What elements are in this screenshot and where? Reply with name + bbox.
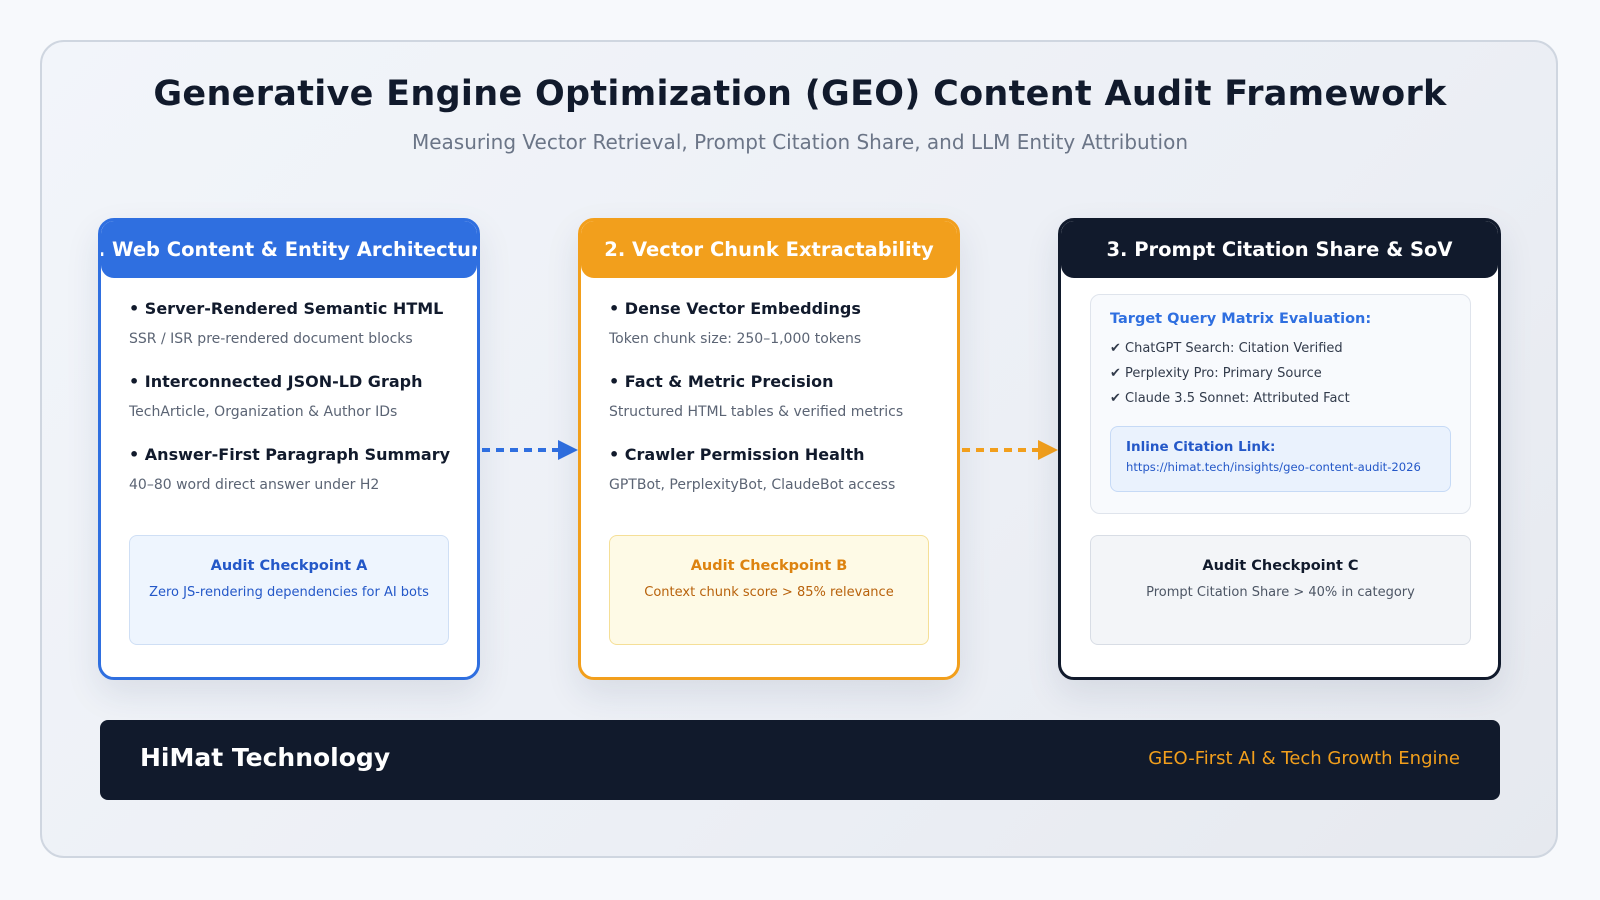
stage-item: • Dense Vector Embeddings Token chunk si… — [609, 299, 937, 349]
flow-arrow-right-icon — [482, 440, 578, 460]
stage-item: • Server-Rendered Semantic HTML SSR / IS… — [129, 299, 457, 349]
query-matrix-item: ✔ ChatGPT Search: Citation Verified — [1110, 341, 1343, 356]
stage-item-list: • Dense Vector Embeddings Token chunk si… — [609, 299, 937, 518]
stage-item-description: GPTBot, PerplexityBot, ClaudeBot access — [609, 477, 896, 493]
checkpoint-title: Audit Checkpoint C — [1202, 558, 1359, 574]
stage-item-title: • Crawler Permission Health — [609, 445, 865, 464]
checkpoint-title: Audit Checkpoint B — [690, 558, 848, 574]
stage-card-heading: 2. Vector Chunk Extractability — [581, 221, 957, 278]
stage-item-list: • Server-Rendered Semantic HTML SSR / IS… — [129, 299, 457, 518]
footer-banner: HiMat Technology GEO-First AI & Tech Gro… — [100, 720, 1500, 800]
stage-item-description: SSR / ISR pre-rendered document blocks — [129, 331, 413, 347]
stage-card-heading: 1. Web Content & Entity Architecture — [101, 221, 477, 278]
stage-item-title: • Fact & Metric Precision — [609, 372, 834, 391]
page-subtitle: Measuring Vector Retrieval, Prompt Citat… — [411, 130, 1189, 154]
stage-item: • Answer-First Paragraph Summary 40–80 w… — [129, 445, 457, 495]
query-matrix-item: ✔ Perplexity Pro: Primary Source — [1110, 366, 1322, 381]
stage-card-heading: 3. Prompt Citation Share & SoV — [1061, 221, 1498, 278]
checkpoint-description: Context chunk score > 85% relevance — [644, 585, 894, 600]
brand-tagline: GEO-First AI & Tech Growth Engine — [1148, 748, 1460, 769]
stage-item-title: • Interconnected JSON-LD Graph — [129, 372, 423, 391]
audit-checkpoint-a: Audit Checkpoint A Zero JS-rendering dep… — [129, 535, 449, 645]
inline-citation-box: Inline Citation Link: https://himat.tech… — [1110, 426, 1451, 492]
stage-card-vector-chunk: 2. Vector Chunk Extractability • Dense V… — [578, 218, 960, 680]
stage-item-title: • Dense Vector Embeddings — [609, 299, 861, 318]
stage-item-description: TechArticle, Organization & Author IDs — [129, 404, 398, 420]
brand-name: HiMat Technology — [140, 743, 391, 772]
stage-item-title: • Answer-First Paragraph Summary — [129, 445, 451, 464]
query-matrix-title: Target Query Matrix Evaluation: — [1110, 311, 1372, 327]
query-matrix-item: ✔ Claude 3.5 Sonnet: Attributed Fact — [1110, 391, 1350, 406]
citation-label: Inline Citation Link: — [1126, 439, 1276, 455]
checkpoint-title: Audit Checkpoint A — [210, 558, 368, 574]
flow-arrow-right-icon — [962, 440, 1058, 460]
citation-url-link[interactable]: https://himat.tech/insights/geo-content-… — [1126, 460, 1421, 474]
stage-item-description: Structured HTML tables & verified metric… — [609, 404, 904, 420]
stage-item: • Interconnected JSON-LD Graph TechArtic… — [129, 372, 457, 422]
stage-card-web-content: 1. Web Content & Entity Architecture • S… — [98, 218, 480, 680]
stage-item-description: 40–80 word direct answer under H2 — [129, 477, 380, 493]
checkpoint-description: Zero JS-rendering dependencies for AI bo… — [149, 585, 429, 600]
checkpoint-description: Prompt Citation Share > 40% in category — [1146, 585, 1415, 600]
audit-checkpoint-b: Audit Checkpoint B Context chunk score >… — [609, 535, 929, 645]
stage-item-title: • Server-Rendered Semantic HTML — [129, 299, 444, 318]
stage-item: • Fact & Metric Precision Structured HTM… — [609, 372, 937, 422]
stage-item: • Crawler Permission Health GPTBot, Perp… — [609, 445, 937, 495]
audit-checkpoint-c: Audit Checkpoint C Prompt Citation Share… — [1090, 535, 1471, 645]
stage-card-citation-share: 3. Prompt Citation Share & SoV Target Qu… — [1058, 218, 1501, 680]
query-matrix-list: ✔ ChatGPT Search: Citation Verified ✔ Pe… — [1110, 340, 1350, 415]
query-matrix-panel: Target Query Matrix Evaluation: ✔ ChatGP… — [1090, 294, 1471, 514]
stage-item-description: Token chunk size: 250–1,000 tokens — [609, 331, 862, 347]
page-title: Generative Engine Optimization (GEO) Con… — [153, 74, 1447, 114]
